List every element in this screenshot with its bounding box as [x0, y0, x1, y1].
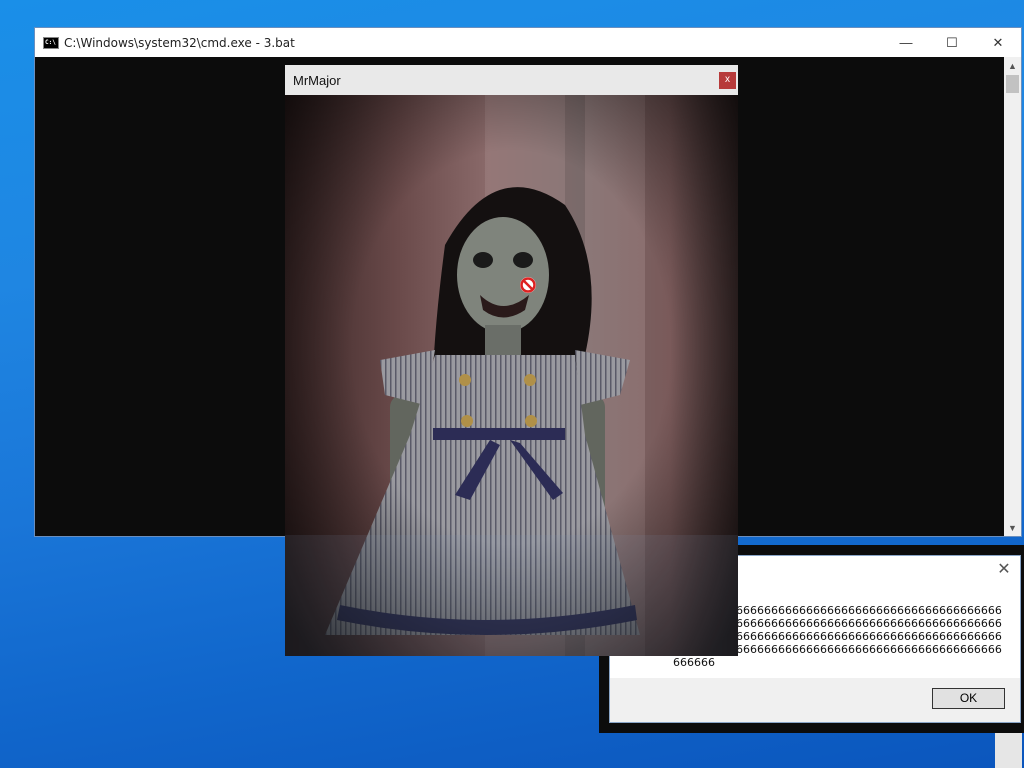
prohibited-icon [520, 277, 536, 293]
scrollbar-thumb[interactable] [1006, 75, 1019, 93]
message-footer: OK [610, 678, 1020, 722]
close-button[interactable]: ✕ [975, 28, 1021, 57]
cmd-window-title: C:\Windows\system32\cmd.exe - 3.bat [64, 35, 295, 50]
window-edge [995, 733, 1022, 768]
image-overlay [285, 535, 738, 656]
maximize-button[interactable]: ☐ [929, 28, 975, 57]
mrmajor-titlebar[interactable]: MrMajor x [285, 65, 738, 95]
ok-button[interactable]: OK [932, 688, 1005, 709]
message-close-button[interactable]: ✕ [994, 560, 1014, 580]
minimize-button[interactable]: — [883, 28, 929, 57]
window-controls: — ☐ ✕ [883, 28, 1021, 57]
mrmajor-title: MrMajor [293, 72, 341, 88]
cmd-titlebar[interactable]: C:\ C:\Windows\system32\cmd.exe - 3.bat … [35, 28, 1021, 57]
console-icon: C:\ [43, 36, 59, 49]
scroll-down-icon[interactable]: ▼ [1004, 519, 1021, 536]
vertical-scrollbar[interactable]: ▲ ▼ [1004, 57, 1021, 536]
scroll-up-icon[interactable]: ▲ [1004, 57, 1021, 74]
mrmajor-close-button[interactable]: x [719, 72, 736, 89]
mrmajor-window: MrMajor x [285, 65, 738, 656]
